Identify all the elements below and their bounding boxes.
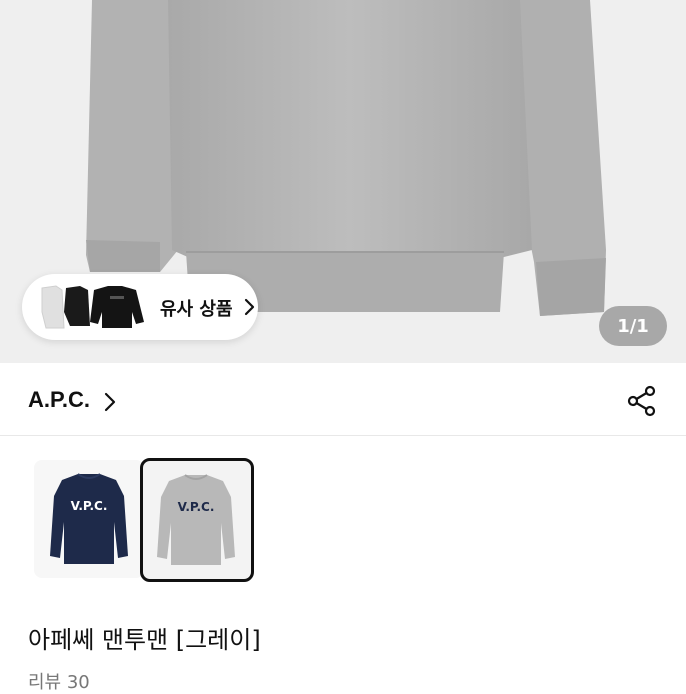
similar-products-thumbnails	[41, 285, 144, 329]
navy-sweatshirt-thumbnail: V.P.C.	[50, 473, 128, 564]
chevron-right-icon	[244, 298, 255, 316]
review-count[interactable]: 리뷰 30	[28, 668, 90, 694]
brand-row[interactable]: A.P.C.	[0, 363, 686, 436]
similar-products-label: 유사 상품	[160, 299, 233, 320]
variant-grey-selected[interactable]: V.P.C.	[140, 458, 254, 582]
brand-name[interactable]: A.P.C.	[28, 387, 90, 413]
chevron-right-icon[interactable]	[104, 392, 116, 412]
variant-navy[interactable]: V.P.C.	[34, 460, 144, 578]
product-image[interactable]: 유사 상품 1/1	[0, 0, 686, 363]
variant-logo: V.P.C.	[178, 500, 215, 514]
product-title: 아페쎄 맨투맨 [그레이]	[28, 626, 261, 654]
variant-logo: V.P.C.	[71, 499, 108, 513]
share-icon[interactable]	[626, 385, 658, 417]
grey-sweatshirt-thumbnail: V.P.C.	[157, 474, 235, 565]
similar-products-button[interactable]: 유사 상품	[22, 274, 258, 340]
image-counter: 1/1	[599, 306, 667, 346]
